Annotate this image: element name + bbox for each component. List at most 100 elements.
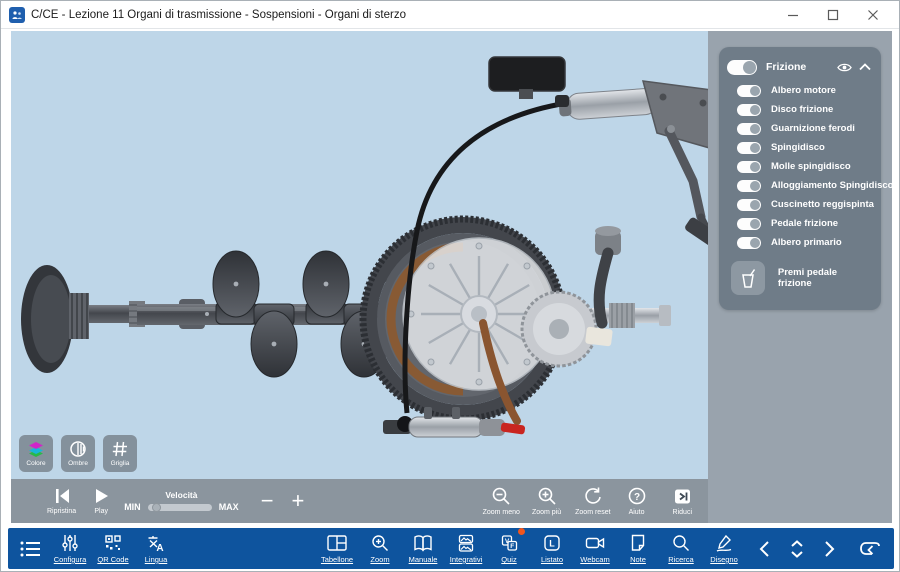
manuale-button[interactable]: Manuale bbox=[405, 533, 441, 564]
speed-plus-button[interactable]: + bbox=[292, 491, 305, 511]
maximize-icon[interactable] bbox=[813, 2, 853, 28]
expand-collapse-button[interactable] bbox=[786, 538, 808, 560]
return-button[interactable] bbox=[858, 539, 882, 559]
albero-motore-toggle[interactable] bbox=[737, 85, 761, 97]
zoom-reset-icon bbox=[583, 486, 603, 506]
albero-primario-label: Albero primario bbox=[771, 237, 842, 248]
slider-knob[interactable] bbox=[152, 503, 161, 512]
spingidisco-toggle[interactable] bbox=[737, 142, 761, 154]
toggle-knob bbox=[750, 124, 760, 134]
ripristina-button[interactable]: Ripristina bbox=[47, 487, 76, 515]
prev-button[interactable] bbox=[757, 539, 773, 559]
velocita-slider[interactable] bbox=[148, 504, 212, 511]
toggle-row-alloggiamento: Alloggiamento Spingidisco bbox=[737, 179, 873, 192]
collapse-chevron-up-icon[interactable] bbox=[859, 63, 871, 71]
zoom-tool-label: Zoom bbox=[370, 555, 389, 564]
zoom-reset-label: Zoom reset bbox=[575, 509, 610, 516]
disco-frizione-label: Disco frizione bbox=[771, 104, 833, 115]
play-button[interactable]: Play bbox=[92, 487, 110, 515]
grid-icon bbox=[111, 440, 129, 458]
premi-pedale-button[interactable] bbox=[731, 261, 765, 295]
visibility-eye-icon[interactable] bbox=[837, 62, 852, 73]
alloggiamento-label: Alloggiamento Spingidisco bbox=[771, 180, 893, 191]
lingua-label: Lingua bbox=[145, 555, 168, 564]
zoom-out-label: Zoom meno bbox=[483, 509, 520, 516]
zoom-in-button[interactable]: Zoom più bbox=[532, 486, 561, 516]
window-controls bbox=[773, 2, 893, 28]
window-title: C/CE - Lezione 11 Organi di trasmissione… bbox=[31, 9, 406, 21]
chevrons-up-down-icon bbox=[786, 538, 808, 560]
riduci-label: Riduci bbox=[673, 509, 692, 516]
speed-minus-button[interactable]: − bbox=[261, 491, 274, 511]
toggle-knob bbox=[743, 61, 756, 74]
zoom-reset-button[interactable]: Zoom reset bbox=[575, 486, 610, 516]
skip-start-icon bbox=[52, 487, 72, 505]
quiz-label: Quiz bbox=[501, 555, 516, 564]
shading-sphere-icon bbox=[69, 440, 87, 458]
toggle-row-pedale-frizione: Pedale frizione bbox=[737, 217, 873, 230]
listato-l-icon: L bbox=[542, 533, 562, 553]
molle-spingidisco-toggle[interactable] bbox=[737, 161, 761, 173]
configura-label: Configura bbox=[54, 555, 87, 564]
alloggiamento-toggle[interactable] bbox=[737, 180, 761, 192]
cuscinetto-label: Cuscinetto reggispinta bbox=[771, 199, 874, 210]
disegno-button[interactable]: Disegno bbox=[706, 533, 742, 564]
colore-button[interactable]: Colore bbox=[19, 435, 53, 472]
ombre-button[interactable]: Ombre bbox=[61, 435, 95, 472]
pen-draw-icon bbox=[714, 533, 734, 553]
quiz-button[interactable]: V F Quiz bbox=[491, 533, 527, 564]
listato-label: Listato bbox=[541, 555, 563, 564]
toggle-row-albero-motore: Albero motore bbox=[737, 84, 873, 97]
playback-bar: Ripristina Play Velocità MIN MAX − + bbox=[11, 479, 708, 523]
guarnizione-ferodi-label: Guarnizione ferodi bbox=[771, 123, 855, 134]
play-label: Play bbox=[94, 508, 108, 515]
cuscinetto-toggle[interactable] bbox=[737, 199, 761, 211]
next-button[interactable] bbox=[821, 539, 837, 559]
toggle-row-disco-frizione: Disco frizione bbox=[737, 103, 873, 116]
open-book-icon bbox=[412, 533, 434, 553]
list-menu-icon bbox=[18, 538, 42, 560]
guarnizione-ferodi-toggle[interactable] bbox=[737, 123, 761, 135]
toggle-knob bbox=[750, 105, 760, 115]
clutch-pedal-icon bbox=[739, 268, 757, 289]
sliders-icon bbox=[60, 533, 80, 553]
close-icon[interactable] bbox=[853, 2, 893, 28]
3d-viewport[interactable]: Colore Ombre Griglia bbox=[11, 31, 708, 479]
tabellone-label: Tabellone bbox=[321, 555, 353, 564]
toolbar-nav-group bbox=[757, 538, 882, 560]
layers-color-icon bbox=[26, 441, 46, 458]
pedale-frizione-toggle[interactable] bbox=[737, 218, 761, 230]
zoom-in-icon bbox=[537, 486, 557, 506]
board-grid-icon bbox=[326, 533, 348, 553]
viewport-tools: Colore Ombre Griglia bbox=[19, 435, 137, 472]
webcam-button[interactable]: Webcam bbox=[577, 533, 613, 564]
albero-primario-toggle[interactable] bbox=[737, 237, 761, 249]
zoom-tool-button[interactable]: Zoom bbox=[362, 533, 398, 564]
minimize-icon[interactable] bbox=[773, 2, 813, 28]
frizione-toggle[interactable] bbox=[727, 60, 757, 75]
listato-button[interactable]: L Listato bbox=[534, 533, 570, 564]
toggle-row-cuscinetto: Cuscinetto reggispinta bbox=[737, 198, 873, 211]
configura-button[interactable]: Configura bbox=[52, 533, 88, 564]
disco-frizione-toggle[interactable] bbox=[737, 104, 761, 116]
tabellone-button[interactable]: Tabellone bbox=[319, 533, 355, 564]
webcam-label: Webcam bbox=[580, 555, 609, 564]
integrativi-button[interactable]: Integrativi bbox=[448, 533, 484, 564]
toggle-knob bbox=[750, 238, 760, 248]
app-window: C/CE - Lezione 11 Organi di trasmissione… bbox=[0, 0, 900, 572]
ricerca-button[interactable]: Ricerca bbox=[663, 533, 699, 564]
video-camera-icon bbox=[584, 533, 606, 553]
note-label: Note bbox=[630, 555, 646, 564]
note-button[interactable]: Note bbox=[620, 533, 656, 564]
aiuto-button[interactable]: ? Aiuto bbox=[627, 486, 647, 516]
return-arrow-icon bbox=[858, 539, 882, 559]
menu-button[interactable] bbox=[18, 538, 42, 560]
qr-code-button[interactable]: QR Code bbox=[95, 533, 131, 564]
zoom-out-button[interactable]: Zoom meno bbox=[483, 486, 520, 516]
griglia-button[interactable]: Griglia bbox=[103, 435, 137, 472]
velocita-label: Velocità bbox=[165, 490, 197, 500]
riduci-button[interactable]: Riduci bbox=[673, 487, 692, 516]
qr-code-icon bbox=[103, 533, 123, 553]
toggle-row-spingidisco: Spingidisco bbox=[737, 141, 873, 154]
lingua-button[interactable]: A Lingua bbox=[138, 533, 174, 564]
